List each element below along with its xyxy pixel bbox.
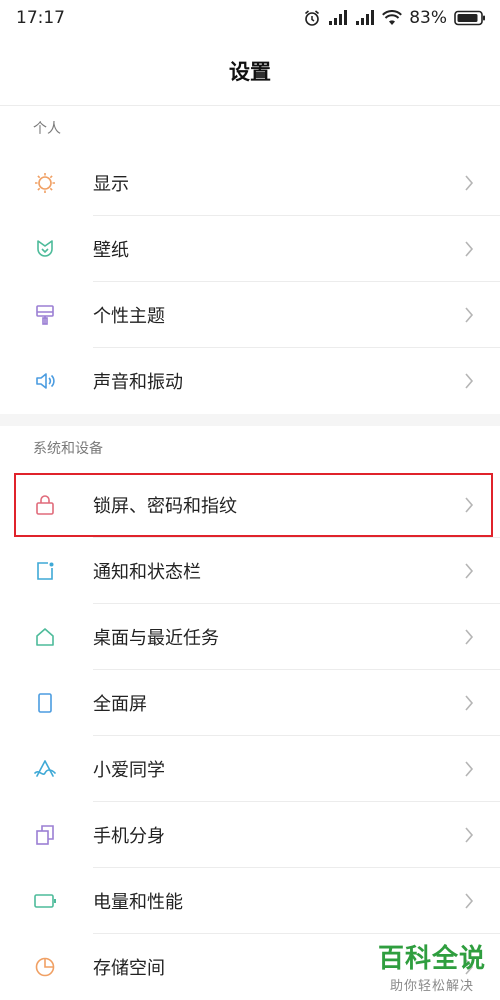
section-header-system: 系统和设备 bbox=[33, 441, 103, 457]
chevron-right-icon bbox=[465, 827, 474, 843]
settings-item-dual-apps[interactable]: 手机分身 bbox=[0, 802, 500, 868]
page-title: 设置 bbox=[0, 36, 500, 106]
alarm-icon bbox=[303, 9, 321, 27]
settings-item-label: 个性主题 bbox=[93, 306, 165, 327]
settings-item-themes[interactable]: 个性主题 bbox=[0, 282, 500, 348]
settings-item-label: 电量和性能 bbox=[93, 892, 183, 913]
settings-item-label: 壁纸 bbox=[93, 240, 129, 261]
signal-icon-2 bbox=[355, 10, 375, 26]
settings-item-label: 锁屏、密码和指纹 bbox=[93, 496, 237, 517]
brush-icon bbox=[33, 303, 57, 327]
settings-item-xiaoai[interactable]: 小爱同学 bbox=[0, 736, 500, 802]
chevron-right-icon bbox=[465, 307, 474, 323]
settings-item-battery[interactable]: 电量和性能 bbox=[0, 868, 500, 934]
chevron-right-icon bbox=[465, 175, 474, 191]
tulip-icon bbox=[33, 237, 57, 261]
chevron-right-icon bbox=[465, 761, 474, 777]
speaker-icon bbox=[33, 369, 57, 393]
settings-item-home-screen[interactable]: 桌面与最近任务 bbox=[0, 604, 500, 670]
chevron-right-icon bbox=[465, 373, 474, 389]
section-gap bbox=[0, 414, 500, 426]
settings-item-label: 桌面与最近任务 bbox=[93, 628, 219, 649]
signal-icon bbox=[328, 10, 348, 26]
settings-item-label: 小爱同学 bbox=[93, 760, 165, 781]
wifi-icon bbox=[382, 10, 403, 26]
settings-item-label: 声音和振动 bbox=[93, 372, 183, 393]
duplicate-icon bbox=[33, 823, 57, 847]
settings-item-full-screen[interactable]: 全面屏 bbox=[0, 670, 500, 736]
settings-item-label: 存储空间 bbox=[93, 958, 165, 979]
status-time: 17:17 bbox=[16, 8, 65, 28]
chevron-right-icon bbox=[465, 893, 474, 909]
battery-icon bbox=[33, 889, 57, 913]
settings-item-sound[interactable]: 声音和振动 bbox=[0, 348, 500, 414]
chevron-right-icon bbox=[465, 497, 474, 513]
chevron-right-icon bbox=[465, 695, 474, 711]
settings-item-wallpaper[interactable]: 壁纸 bbox=[0, 216, 500, 282]
watermark-title: 百科全说 bbox=[377, 944, 486, 974]
section-header-personal: 个人 bbox=[33, 121, 61, 137]
phone-icon bbox=[33, 691, 57, 715]
xiaoai-icon bbox=[33, 757, 57, 781]
chevron-right-icon bbox=[465, 629, 474, 645]
settings-item-lockscreen[interactable]: 锁屏、密码和指纹 bbox=[0, 472, 500, 538]
status-bar: 17:17 83% bbox=[0, 0, 500, 36]
pie-icon bbox=[33, 955, 57, 979]
chevron-right-icon bbox=[465, 241, 474, 257]
watermark-subtitle: 助你轻松解决 bbox=[389, 979, 474, 994]
chevron-right-icon bbox=[465, 563, 474, 579]
settings-item-display[interactable]: 显示 bbox=[0, 150, 500, 216]
home-icon bbox=[33, 625, 57, 649]
sun-icon bbox=[33, 171, 57, 195]
settings-item-label: 全面屏 bbox=[93, 694, 147, 715]
battery-percent: 83% bbox=[409, 8, 447, 28]
settings-item-label: 显示 bbox=[93, 174, 129, 195]
notification-icon bbox=[33, 559, 57, 583]
watermark: 百科全说 助你轻松解决 bbox=[378, 938, 486, 994]
battery-status-icon bbox=[454, 10, 486, 26]
lock-icon bbox=[33, 493, 57, 517]
settings-item-label: 通知和状态栏 bbox=[93, 562, 201, 583]
status-icons: 83% bbox=[303, 8, 486, 28]
settings-item-label: 手机分身 bbox=[93, 826, 165, 847]
settings-item-notifications[interactable]: 通知和状态栏 bbox=[0, 538, 500, 604]
